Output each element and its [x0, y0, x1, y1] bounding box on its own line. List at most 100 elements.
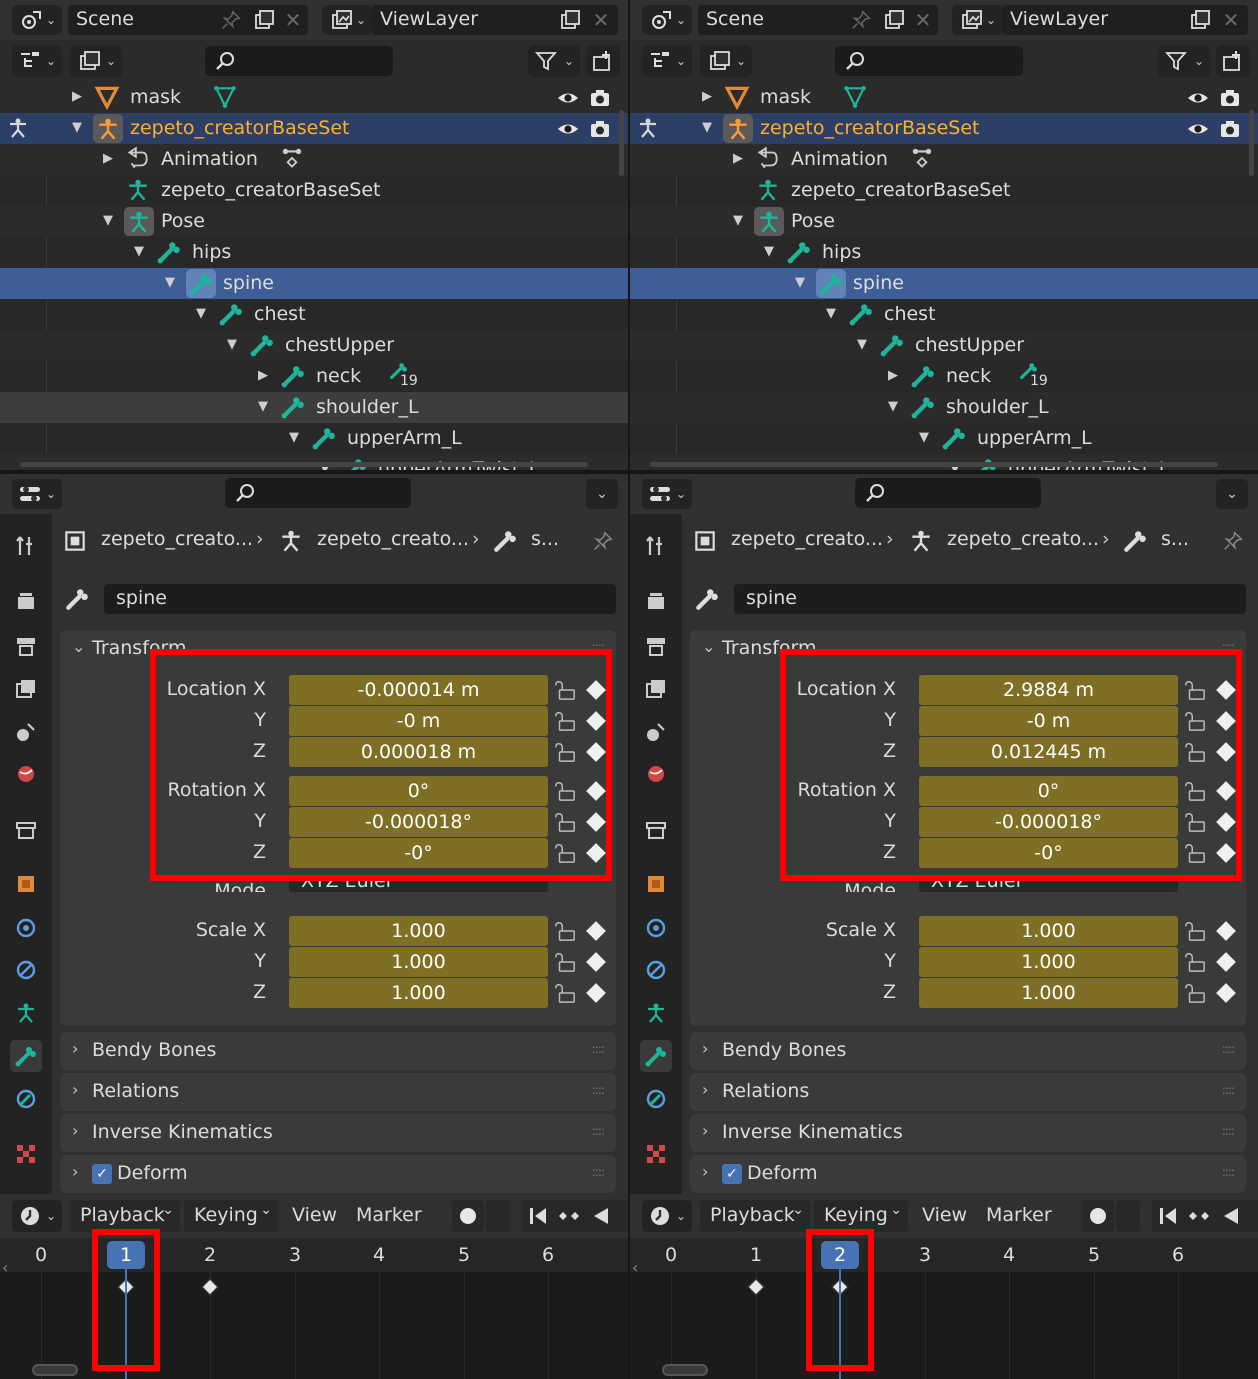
close-icon[interactable]: ✕: [912, 5, 934, 35]
jump-start-icon[interactable]: [1156, 1204, 1180, 1228]
new-collection-button[interactable]: [586, 45, 620, 77]
pin-icon[interactable]: [1222, 530, 1244, 552]
outliner-row[interactable]: ▼ chest: [630, 299, 1258, 330]
new-scene-icon[interactable]: [882, 8, 906, 32]
drag-handle-icon[interactable]: ::::: [592, 1083, 605, 1097]
bone-name-field[interactable]: spine: [734, 584, 1246, 614]
drag-handle-icon[interactable]: ::::: [592, 1042, 605, 1056]
outliner-row[interactable]: ▶ neck 19: [0, 361, 628, 392]
editor-type-button[interactable]: ⌄: [12, 45, 62, 77]
pin-icon[interactable]: [220, 9, 242, 31]
view-layer-selector[interactable]: ⌄: [952, 5, 1002, 35]
collapse-arrow-icon[interactable]: ▼: [702, 120, 712, 135]
tab-view-layer[interactable]: [10, 673, 42, 705]
timeline-scroll-left-icon[interactable]: ‹: [2, 1258, 8, 1277]
outliner-row[interactable]: ▼ chestUpper: [0, 330, 628, 361]
outliner-row[interactable]: ▼ chestUpper: [630, 330, 1258, 361]
collapse-arrow-icon[interactable]: ▼: [103, 213, 113, 228]
scene-selector[interactable]: ⌄: [12, 5, 62, 35]
close-icon[interactable]: ✕: [590, 5, 612, 35]
collapse-arrow-icon[interactable]: ▼: [196, 306, 206, 321]
outliner-horizontal-scrollbar[interactable]: [650, 462, 1218, 467]
outliner-row[interactable]: zepeto_creatorBaseSet: [0, 175, 628, 206]
filter-button[interactable]: ⌄: [528, 45, 580, 77]
outliner-row[interactable]: ▼ shoulder_L: [630, 392, 1258, 423]
collapse-arrow-icon[interactable]: ▼: [227, 337, 237, 352]
camera-icon[interactable]: [588, 117, 612, 141]
tab-world[interactable]: [10, 758, 42, 790]
view-layer-name-field[interactable]: ViewLayer ✕: [372, 5, 618, 35]
lock-icon[interactable]: [1184, 951, 1206, 973]
outliner-vertical-scrollbar[interactable]: [1249, 110, 1254, 176]
outliner-row[interactable]: ▼ upperArm_L: [0, 423, 628, 454]
collapse-arrow-icon[interactable]: ▼: [857, 337, 867, 352]
expand-arrow-icon[interactable]: ▶: [733, 151, 743, 166]
outliner-search-input[interactable]: [205, 46, 393, 76]
tab-world[interactable]: [640, 758, 672, 790]
properties-editor-type-button[interactable]: ⌄: [12, 479, 62, 509]
tab-constraints[interactable]: [640, 954, 672, 986]
outliner-row[interactable]: ▶ neck 19: [630, 361, 1258, 392]
tab-collection[interactable]: [640, 814, 672, 846]
expand-arrow-icon[interactable]: ▶: [103, 151, 113, 166]
outliner-horizontal-scrollbar[interactable]: [20, 462, 588, 467]
playback-controls[interactable]: [522, 1200, 628, 1232]
new-scene-icon[interactable]: [252, 8, 276, 32]
scene-name-field[interactable]: Scene ✕: [68, 5, 308, 35]
outliner-row[interactable]: ▼ hips: [0, 237, 628, 268]
scale-x-field[interactable]: 1.000: [919, 916, 1178, 946]
outliner-row[interactable]: ▼ hips: [630, 237, 1258, 268]
scene-name-field[interactable]: Scene ✕: [698, 5, 938, 35]
menu-view[interactable]: View: [922, 1204, 967, 1226]
properties-search-input[interactable]: [855, 478, 1041, 508]
tab-texture[interactable]: [640, 1138, 672, 1170]
close-icon[interactable]: ✕: [1220, 5, 1242, 35]
outliner-row[interactable]: ▼ spine: [0, 268, 628, 299]
outliner-vertical-scrollbar[interactable]: [619, 110, 624, 176]
panel-inverse-kinematics[interactable]: › Inverse Kinematics::::: [60, 1114, 616, 1152]
deform-checkbox[interactable]: ✓: [722, 1164, 742, 1184]
tab-tool[interactable]: [10, 530, 42, 562]
collapse-arrow-icon[interactable]: ▼: [888, 399, 898, 414]
outliner-row[interactable]: ▶ mask: [0, 82, 628, 113]
drag-handle-icon[interactable]: ::::: [592, 1165, 605, 1179]
display-mode-button[interactable]: ⌄: [70, 45, 122, 77]
tab-object[interactable]: [640, 868, 672, 900]
eye-icon[interactable]: [1186, 117, 1210, 141]
lock-icon[interactable]: [1184, 982, 1206, 1004]
collapse-arrow-icon[interactable]: ▼: [919, 430, 929, 445]
camera-icon[interactable]: [588, 86, 612, 110]
pin-icon[interactable]: [592, 530, 614, 552]
tab-view-layer[interactable]: [640, 673, 672, 705]
collapse-arrow-icon[interactable]: ▼: [258, 399, 268, 414]
lock-icon[interactable]: [554, 951, 576, 973]
play-reverse-icon[interactable]: [1218, 1204, 1242, 1228]
outliner-row[interactable]: ▼ zepeto_creatorBaseSet: [0, 113, 628, 144]
panel-header[interactable]: › Relations::::: [60, 1073, 616, 1111]
editor-type-button[interactable]: ⌄: [642, 45, 692, 77]
eye-icon[interactable]: [556, 117, 580, 141]
outliner-row[interactable]: ▼ upperArm_L: [630, 423, 1258, 454]
menu-playback[interactable]: Playback ⌄: [700, 1200, 810, 1232]
auto-keying-options[interactable]: [486, 1200, 510, 1232]
panel-header[interactable]: › Inverse Kinematics::::: [60, 1114, 616, 1152]
panel-bendy-bones[interactable]: › Bendy Bones::::: [60, 1032, 616, 1070]
keyframe-icon[interactable]: [1216, 952, 1236, 972]
outliner-row[interactable]: ▼ shoulder_L: [0, 392, 628, 423]
panel-relations[interactable]: › Relations::::: [690, 1073, 1246, 1111]
scale-z-field[interactable]: 1.000: [289, 978, 548, 1008]
display-mode-button[interactable]: ⌄: [700, 45, 752, 77]
menu-keying[interactable]: Keying ⌄: [814, 1200, 908, 1232]
outliner-row[interactable]: ▼ chest: [0, 299, 628, 330]
timeline-scrollbar[interactable]: [32, 1364, 78, 1376]
timeline-scrollbar[interactable]: [662, 1364, 708, 1376]
outliner-row[interactable]: zepeto_creatorBaseSet: [630, 175, 1258, 206]
panel-deform[interactable]: › ✓ Deform::::: [690, 1155, 1246, 1193]
panel-header[interactable]: › Bendy Bones::::: [690, 1032, 1246, 1070]
jump-start-icon[interactable]: [526, 1204, 550, 1228]
bone-name-field[interactable]: spine: [104, 584, 616, 614]
menu-marker[interactable]: Marker: [356, 1204, 422, 1226]
collapse-arrow-icon[interactable]: ▼: [134, 244, 144, 259]
drag-handle-icon[interactable]: ::::: [1222, 1083, 1235, 1097]
timeline-editor-type-button[interactable]: ⌄: [642, 1200, 692, 1232]
